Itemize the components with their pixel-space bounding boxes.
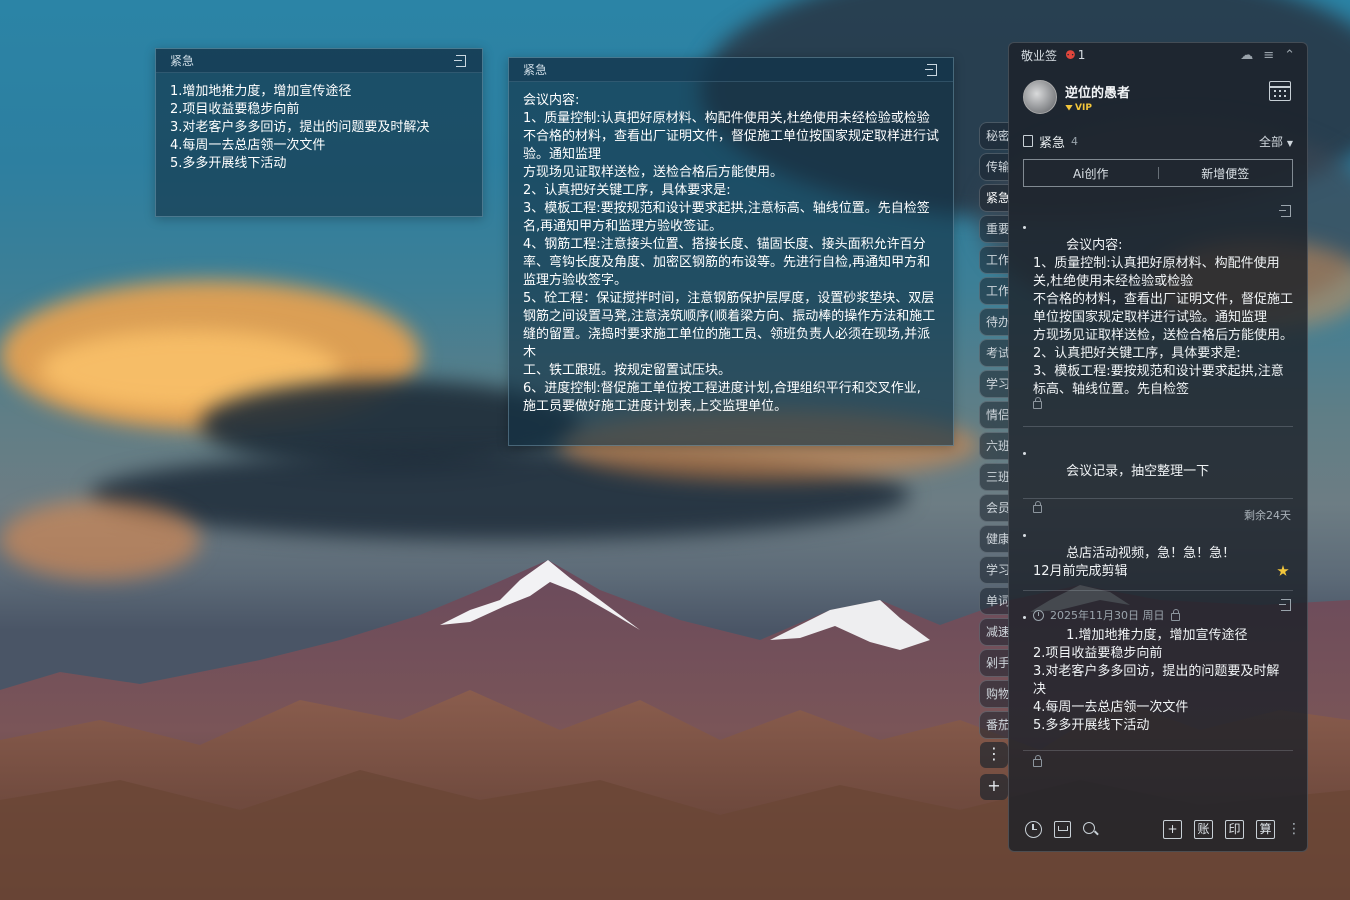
days-remaining-label: 剩余24天 — [1244, 509, 1291, 522]
category-header: 紧急 4 全部 ▼ — [1009, 129, 1307, 153]
lock-icon — [1033, 755, 1042, 767]
category-tab[interactable]: 会员 — [979, 494, 1009, 522]
category-tab[interactable]: 购物 — [979, 680, 1009, 708]
bullet-icon — [1023, 534, 1026, 537]
panel-titlebar: 敬业签 ⚉ 1 ☁ ≡ ⌃ — [1009, 43, 1307, 67]
note-title: 紧急 — [170, 54, 195, 68]
clock-icon[interactable] — [1025, 820, 1042, 838]
list-item[interactable]: 剩余24天 总店活动视频，急！急！急！ 12月前完成剪辑 2025年11月30日… — [1023, 501, 1293, 622]
app-name: 敬业签 — [1021, 48, 1058, 63]
pin-to-desktop-icon[interactable] — [925, 63, 939, 77]
vip-label: VIP — [1075, 102, 1092, 113]
avatar[interactable] — [1023, 80, 1057, 114]
note-title: 紧急 — [523, 63, 548, 77]
more-options-icon[interactable]: ⋮ — [1287, 821, 1301, 837]
inbox-icon[interactable] — [1054, 820, 1071, 838]
more-tabs-button[interactable]: ⋮ — [980, 742, 1008, 768]
add-box-button[interactable]: + — [1163, 819, 1182, 839]
note-header[interactable]: 紧急 — [156, 49, 482, 73]
note-preview: 1.增加地推力度，增加宣传途径 2.项目收益要稳步向前 3.对老客户多多回访，提… — [1023, 609, 1293, 753]
category-count: 4 — [1071, 134, 1079, 148]
action-bar: Ai创作 新增便签 — [1023, 159, 1293, 187]
category-tab[interactable]: 学习 — [979, 370, 1009, 398]
reminder-count: 1 — [1077, 48, 1086, 62]
chevron-down-icon: ▼ — [1286, 138, 1293, 148]
lock-icon — [1033, 397, 1042, 409]
category-tab[interactable]: 六班 — [979, 432, 1009, 460]
pin-to-desktop-icon[interactable] — [1279, 205, 1291, 217]
category-tab[interactable]: 学习 — [979, 556, 1009, 584]
vip-badge[interactable]: VIP — [1065, 103, 1130, 113]
category-title: 紧急 — [1039, 135, 1066, 151]
user-name[interactable]: 逆位的愚者 — [1065, 82, 1130, 101]
note-preview-text: 1.增加地推力度，增加宣传途径 2.项目收益要稳步向前 3.对老客户多多回访，提… — [1033, 628, 1280, 733]
bullet-icon — [1023, 452, 1026, 455]
note-preview: 总店活动视频，急！急！急！ 12月前完成剪辑 — [1023, 527, 1293, 599]
note-header[interactable]: 紧急 — [509, 58, 953, 82]
category-tab[interactable]: 考试 — [979, 339, 1009, 367]
list-item[interactable]: 会议记录，抽空整理一下 — [1023, 439, 1293, 513]
category-tab[interactable]: 健康 — [979, 525, 1009, 553]
category-tab[interactable]: 工作 — [979, 277, 1009, 305]
calendar-icon[interactable] — [1269, 81, 1291, 101]
category-tab[interactable]: 三班 — [979, 463, 1009, 491]
collapse-icon[interactable]: ⌃ — [1284, 48, 1295, 63]
user-header: 逆位的愚者 VIP — [1009, 67, 1307, 119]
accounting-button[interactable]: 账 — [1194, 819, 1213, 839]
sticky-note-window[interactable]: 紧急 1.增加地推力度，增加宣传途径 2.项目收益要稳步向前 3.对老客户多多回… — [155, 48, 483, 217]
category-tab[interactable]: 情侣 — [979, 401, 1009, 429]
list-item[interactable]: 1.增加地推力度，增加宣传途径 2.项目收益要稳步向前 3.对老客户多多回访，提… — [1023, 593, 1293, 767]
category-flag-icon — [1023, 135, 1033, 147]
cloud-sync-icon[interactable]: ☁ — [1240, 48, 1253, 63]
reminder-bell-icon[interactable]: ⚉ — [1065, 48, 1076, 62]
bullet-icon — [1023, 616, 1026, 619]
main-panel: 敬业签 ⚉ 1 ☁ ≡ ⌃ 逆位的愚者 VIP 紧急 4 全部 ▼ Ai创作 新… — [1008, 42, 1308, 852]
category-tab[interactable]: 重要 — [979, 215, 1009, 243]
list-item[interactable]: 会议内容: 1、质量控制:认真把好原材料、构配件使用关,杜绝使用未经检验或检验 … — [1023, 205, 1293, 427]
print-button[interactable]: 印 — [1225, 819, 1244, 839]
bullet-icon — [1023, 226, 1026, 229]
ai-create-button[interactable]: Ai创作 — [1024, 165, 1158, 182]
add-category-button[interactable]: + — [980, 774, 1008, 800]
search-icon[interactable] — [1083, 821, 1098, 837]
category-tab[interactable]: 传输 — [979, 153, 1009, 181]
note-preview: 会议记录，抽空整理一下 — [1023, 445, 1293, 499]
category-tab[interactable]: 秘密 — [979, 122, 1009, 150]
filter-dropdown[interactable]: 全部 ▼ — [1259, 133, 1293, 150]
vip-gem-icon — [1065, 104, 1073, 111]
menu-icon[interactable]: ≡ — [1263, 48, 1274, 63]
category-tab[interactable]: 剁手 — [979, 649, 1009, 677]
category-tab[interactable]: 番茄 — [979, 711, 1009, 739]
note-preview-text: 总店活动视频，急！急！急！ 12月前完成剪辑 — [1033, 546, 1236, 579]
add-note-button[interactable]: 新增便签 — [1159, 165, 1293, 182]
pin-to-desktop-icon[interactable] — [454, 54, 468, 68]
note-preview-text: 会议记录，抽空整理一下 — [1066, 464, 1210, 479]
calculator-button[interactable]: 算 — [1256, 819, 1275, 839]
note-preview-text: 会议内容: 1、质量控制:认真把好原材料、构配件使用关,杜绝使用未经检验或检验 … — [1033, 238, 1293, 395]
category-tab[interactable]: 工作 — [979, 246, 1009, 274]
category-tab[interactable]: 待办 — [979, 308, 1009, 336]
filter-label: 全部 — [1259, 134, 1284, 149]
category-tab[interactable]: 减速 — [979, 618, 1009, 646]
bottom-toolbar: + 账 印 算 ⋮ — [1009, 807, 1307, 851]
category-tab[interactable]: 单词 — [979, 587, 1009, 615]
sticky-note-window[interactable]: 紧急 会议内容: 1、质量控制:认真把好原材料、构配件使用关,杜绝使用未经检验或… — [508, 57, 954, 446]
note-content[interactable]: 会议内容: 1、质量控制:认真把好原材料、构配件使用关,杜绝使用未经检验或检验 … — [509, 82, 953, 426]
note-preview: 会议内容: 1、质量控制:认真把好原材料、构配件使用关,杜绝使用未经检验或检验 … — [1023, 219, 1293, 395]
category-tab-active[interactable]: 紧急 — [979, 184, 1009, 212]
note-content[interactable]: 1.增加地推力度，增加宣传途径 2.项目收益要稳步向前 3.对老客户多多回访，提… — [156, 73, 482, 183]
